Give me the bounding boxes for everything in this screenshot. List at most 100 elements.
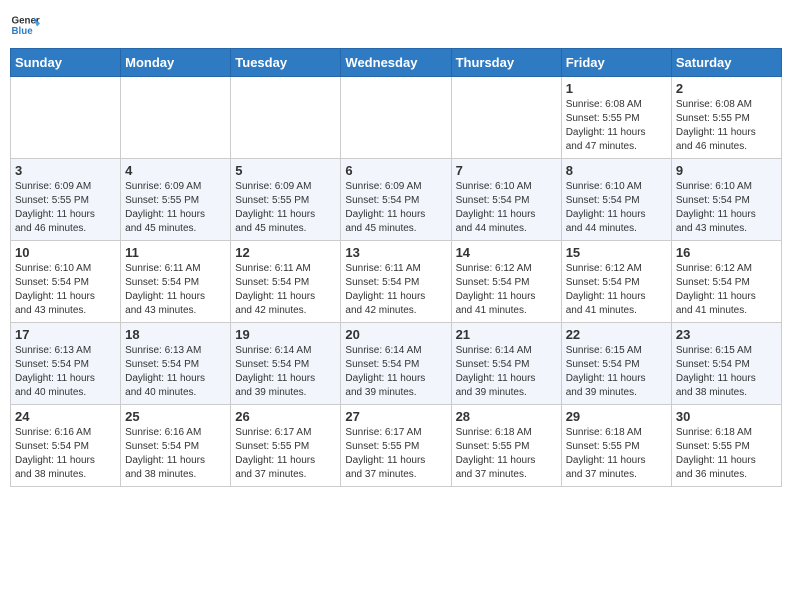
calendar-week-row: 24 Sunrise: 6:16 AM Sunset: 5:54 PM Dayli… bbox=[11, 405, 782, 487]
day-info: Sunrise: 6:18 AM Sunset: 5:55 PM Dayligh… bbox=[566, 426, 667, 482]
calendar-week-row: 3 Sunrise: 6:09 AM Sunset: 5:55 PM Daylig… bbox=[11, 159, 782, 241]
day-number: 11 bbox=[125, 245, 226, 260]
day-info: Sunrise: 6:13 AM Sunset: 5:54 PM Dayligh… bbox=[125, 344, 226, 400]
day-info: Sunrise: 6:17 AM Sunset: 5:55 PM Dayligh… bbox=[345, 426, 446, 482]
day-info: Sunrise: 6:12 AM Sunset: 5:54 PM Dayligh… bbox=[456, 262, 557, 318]
calendar-cell: 24 Sunrise: 6:16 AM Sunset: 5:54 PM Dayli… bbox=[11, 405, 121, 487]
day-info: Sunrise: 6:12 AM Sunset: 5:54 PM Dayligh… bbox=[566, 262, 667, 318]
calendar-cell: 2Sunrise: 6:08 AM Sunset: 5:55 PM Daylig… bbox=[671, 77, 781, 159]
calendar-cell: 23Sunrise: 6:15 AM Sunset: 5:54 PM Dayli… bbox=[671, 323, 781, 405]
calendar-cell: 18 Sunrise: 6:13 AM Sunset: 5:54 PM Dayli… bbox=[121, 323, 231, 405]
day-number: 17 bbox=[15, 327, 116, 342]
weekday-header: Saturday bbox=[671, 49, 781, 77]
day-info: Sunrise: 6:13 AM Sunset: 5:54 PM Dayligh… bbox=[15, 344, 116, 400]
day-info: Sunrise: 6:10 AM Sunset: 5:54 PM Dayligh… bbox=[676, 180, 777, 236]
calendar-cell bbox=[341, 77, 451, 159]
calendar-cell: 25 Sunrise: 6:16 AM Sunset: 5:54 PM Dayli… bbox=[121, 405, 231, 487]
calendar-cell bbox=[231, 77, 341, 159]
day-number: 28 bbox=[456, 409, 557, 424]
day-info: Sunrise: 6:18 AM Sunset: 5:55 PM Dayligh… bbox=[456, 426, 557, 482]
weekday-header: Friday bbox=[561, 49, 671, 77]
calendar-cell: 8 Sunrise: 6:10 AM Sunset: 5:54 PM Daylig… bbox=[561, 159, 671, 241]
calendar-cell: 15 Sunrise: 6:12 AM Sunset: 5:54 PM Dayli… bbox=[561, 241, 671, 323]
day-info: Sunrise: 6:11 AM Sunset: 5:54 PM Dayligh… bbox=[125, 262, 226, 318]
day-number: 19 bbox=[235, 327, 336, 342]
day-number: 26 bbox=[235, 409, 336, 424]
calendar-week-row: 1 Sunrise: 6:08 AM Sunset: 5:55 PM Daylig… bbox=[11, 77, 782, 159]
day-info: Sunrise: 6:09 AM Sunset: 5:55 PM Dayligh… bbox=[125, 180, 226, 236]
calendar-cell bbox=[11, 77, 121, 159]
calendar-cell: 16Sunrise: 6:12 AM Sunset: 5:54 PM Dayli… bbox=[671, 241, 781, 323]
weekday-header-row: SundayMondayTuesdayWednesdayThursdayFrid… bbox=[11, 49, 782, 77]
calendar-cell: 26 Sunrise: 6:17 AM Sunset: 5:55 PM Dayli… bbox=[231, 405, 341, 487]
calendar-cell: 17 Sunrise: 6:13 AM Sunset: 5:54 PM Dayli… bbox=[11, 323, 121, 405]
day-info: Sunrise: 6:15 AM Sunset: 5:54 PM Dayligh… bbox=[676, 344, 777, 400]
day-info: Sunrise: 6:09 AM Sunset: 5:55 PM Dayligh… bbox=[235, 180, 336, 236]
day-info: Sunrise: 6:10 AM Sunset: 5:54 PM Dayligh… bbox=[456, 180, 557, 236]
day-number: 30 bbox=[676, 409, 777, 424]
day-number: 9 bbox=[676, 163, 777, 178]
calendar-cell: 4 Sunrise: 6:09 AM Sunset: 5:55 PM Daylig… bbox=[121, 159, 231, 241]
day-number: 14 bbox=[456, 245, 557, 260]
calendar-cell bbox=[121, 77, 231, 159]
day-info: Sunrise: 6:10 AM Sunset: 5:54 PM Dayligh… bbox=[15, 262, 116, 318]
day-info: Sunrise: 6:17 AM Sunset: 5:55 PM Dayligh… bbox=[235, 426, 336, 482]
day-number: 20 bbox=[345, 327, 446, 342]
calendar-cell: 27 Sunrise: 6:17 AM Sunset: 5:55 PM Dayli… bbox=[341, 405, 451, 487]
day-info: Sunrise: 6:10 AM Sunset: 5:54 PM Dayligh… bbox=[566, 180, 667, 236]
day-number: 2 bbox=[676, 81, 777, 96]
calendar-cell: 20 Sunrise: 6:14 AM Sunset: 5:54 PM Dayli… bbox=[341, 323, 451, 405]
weekday-header: Monday bbox=[121, 49, 231, 77]
weekday-header: Sunday bbox=[11, 49, 121, 77]
day-number: 10 bbox=[15, 245, 116, 260]
day-info: Sunrise: 6:16 AM Sunset: 5:54 PM Dayligh… bbox=[15, 426, 116, 482]
day-number: 21 bbox=[456, 327, 557, 342]
weekday-header: Wednesday bbox=[341, 49, 451, 77]
day-info: Sunrise: 6:16 AM Sunset: 5:54 PM Dayligh… bbox=[125, 426, 226, 482]
day-info: Sunrise: 6:09 AM Sunset: 5:54 PM Dayligh… bbox=[345, 180, 446, 236]
day-number: 3 bbox=[15, 163, 116, 178]
calendar-cell: 29 Sunrise: 6:18 AM Sunset: 5:55 PM Dayli… bbox=[561, 405, 671, 487]
day-number: 7 bbox=[456, 163, 557, 178]
day-info: Sunrise: 6:15 AM Sunset: 5:54 PM Dayligh… bbox=[566, 344, 667, 400]
svg-text:Blue: Blue bbox=[12, 26, 34, 37]
calendar-cell: 28 Sunrise: 6:18 AM Sunset: 5:55 PM Dayli… bbox=[451, 405, 561, 487]
day-number: 8 bbox=[566, 163, 667, 178]
calendar-cell: 3 Sunrise: 6:09 AM Sunset: 5:55 PM Daylig… bbox=[11, 159, 121, 241]
day-number: 5 bbox=[235, 163, 336, 178]
day-number: 27 bbox=[345, 409, 446, 424]
day-number: 22 bbox=[566, 327, 667, 342]
day-info: Sunrise: 6:11 AM Sunset: 5:54 PM Dayligh… bbox=[345, 262, 446, 318]
day-number: 1 bbox=[566, 81, 667, 96]
day-info: Sunrise: 6:14 AM Sunset: 5:54 PM Dayligh… bbox=[235, 344, 336, 400]
calendar-table: SundayMondayTuesdayWednesdayThursdayFrid… bbox=[10, 48, 782, 487]
calendar-cell: 5 Sunrise: 6:09 AM Sunset: 5:55 PM Daylig… bbox=[231, 159, 341, 241]
calendar-cell: 22 Sunrise: 6:15 AM Sunset: 5:54 PM Dayli… bbox=[561, 323, 671, 405]
day-number: 15 bbox=[566, 245, 667, 260]
day-info: Sunrise: 6:14 AM Sunset: 5:54 PM Dayligh… bbox=[456, 344, 557, 400]
day-info: Sunrise: 6:14 AM Sunset: 5:54 PM Dayligh… bbox=[345, 344, 446, 400]
calendar-cell: 6Sunrise: 6:09 AM Sunset: 5:54 PM Daylig… bbox=[341, 159, 451, 241]
calendar-cell: 12Sunrise: 6:11 AM Sunset: 5:54 PM Dayli… bbox=[231, 241, 341, 323]
day-info: Sunrise: 6:08 AM Sunset: 5:55 PM Dayligh… bbox=[566, 98, 667, 154]
logo: General Blue bbox=[10, 10, 44, 40]
calendar-cell: 7 Sunrise: 6:10 AM Sunset: 5:54 PM Daylig… bbox=[451, 159, 561, 241]
day-number: 4 bbox=[125, 163, 226, 178]
calendar-cell: 21 Sunrise: 6:14 AM Sunset: 5:54 PM Dayli… bbox=[451, 323, 561, 405]
day-number: 24 bbox=[15, 409, 116, 424]
day-info: Sunrise: 6:12 AM Sunset: 5:54 PM Dayligh… bbox=[676, 262, 777, 318]
day-info: Sunrise: 6:09 AM Sunset: 5:55 PM Dayligh… bbox=[15, 180, 116, 236]
day-info: Sunrise: 6:11 AM Sunset: 5:54 PM Dayligh… bbox=[235, 262, 336, 318]
calendar-cell: 11 Sunrise: 6:11 AM Sunset: 5:54 PM Dayli… bbox=[121, 241, 231, 323]
logo-icon: General Blue bbox=[10, 10, 40, 40]
calendar-cell: 19 Sunrise: 6:14 AM Sunset: 5:54 PM Dayli… bbox=[231, 323, 341, 405]
calendar-cell: 13 Sunrise: 6:11 AM Sunset: 5:54 PM Dayli… bbox=[341, 241, 451, 323]
page-header: General Blue bbox=[10, 10, 782, 40]
day-number: 25 bbox=[125, 409, 226, 424]
calendar-cell: 10 Sunrise: 6:10 AM Sunset: 5:54 PM Dayli… bbox=[11, 241, 121, 323]
day-number: 29 bbox=[566, 409, 667, 424]
day-number: 13 bbox=[345, 245, 446, 260]
calendar-cell: 30 Sunrise: 6:18 AM Sunset: 5:55 PM Dayli… bbox=[671, 405, 781, 487]
day-number: 18 bbox=[125, 327, 226, 342]
day-info: Sunrise: 6:18 AM Sunset: 5:55 PM Dayligh… bbox=[676, 426, 777, 482]
